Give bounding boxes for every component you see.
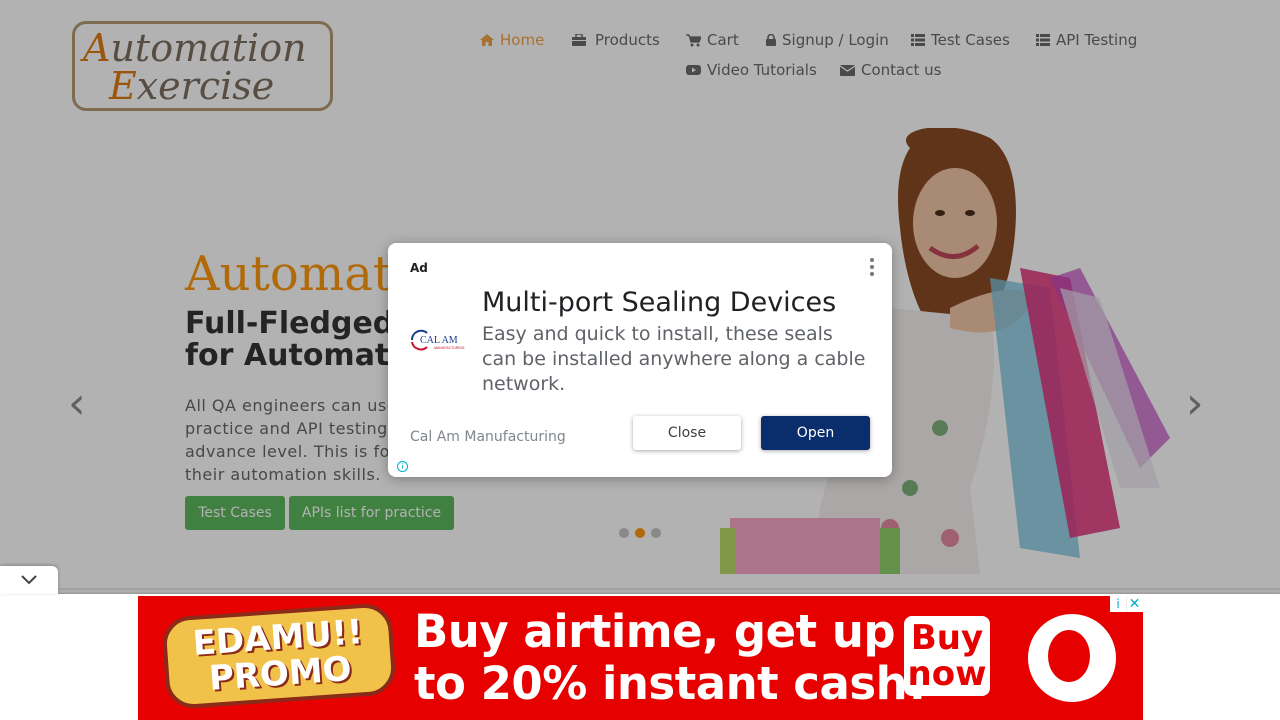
advertiser-logo: CAL AM MANUFACTURING <box>410 329 465 351</box>
interstitial-ad-dialog: Ad CAL AM MANUFACTURING Multi-port Seali… <box>388 243 892 477</box>
svg-text:MANUFACTURING: MANUFACTURING <box>434 346 465 350</box>
ad-body-text: Easy and quick to install, these seals c… <box>482 323 866 395</box>
promo-badge: EDAMU!! PROMO <box>161 602 397 710</box>
close-button[interactable]: Close <box>633 416 741 450</box>
banner-headline: Buy airtime, get up to 20% instant cash! <box>414 605 928 710</box>
adchoices-controls: i ✕ <box>1110 596 1143 612</box>
anchor-ad-collapse-toggle[interactable] <box>0 566 58 594</box>
banner-headline-line-2: to 20% instant cash! <box>414 657 928 710</box>
close-ad-icon[interactable]: ✕ <box>1126 596 1142 612</box>
svg-text:CAL AM: CAL AM <box>420 335 458 346</box>
adchoices-info-icon[interactable]: i <box>1110 596 1126 612</box>
ad-headline[interactable]: Multi-port Sealing Devices <box>482 287 836 318</box>
buy-now-button[interactable]: Buy now <box>904 616 990 696</box>
promo-line-2: PROMO <box>207 649 353 699</box>
vodafone-logo <box>1028 614 1116 702</box>
ad-info-icon[interactable]: i <box>397 461 408 472</box>
open-button[interactable]: Open <box>761 416 870 450</box>
buy-now-line-2: now <box>907 654 987 694</box>
vodafone-banner-ad[interactable]: EDAMU!! PROMO Buy airtime, get up to 20%… <box>138 596 1143 720</box>
advertiser-name[interactable]: Cal Am Manufacturing <box>410 429 566 445</box>
ad-label: Ad <box>410 261 428 275</box>
banner-headline-line-1: Buy airtime, get up <box>414 605 896 658</box>
buy-now-line-1: Buy <box>910 618 984 658</box>
more-options-icon[interactable] <box>866 258 878 276</box>
chevron-down-icon <box>21 575 37 585</box>
